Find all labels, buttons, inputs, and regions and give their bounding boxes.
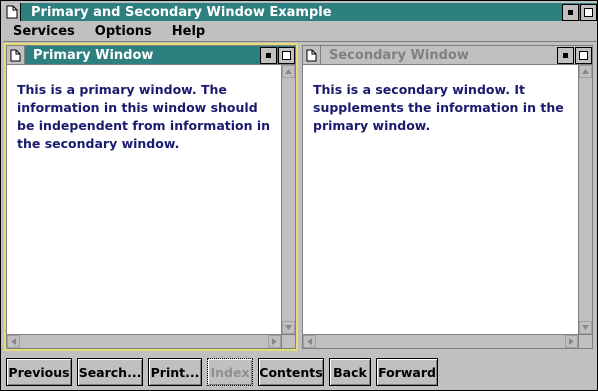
scroll-right-icon[interactable] <box>268 335 281 348</box>
primary-window-title: Primary Window <box>33 47 154 63</box>
scroll-left-icon[interactable] <box>7 335 20 348</box>
horizontal-scrollbar[interactable] <box>303 334 578 348</box>
secondary-window-title: Secondary Window <box>329 47 469 63</box>
app-window: Primary and Secondary Window Example Ser… <box>0 0 598 391</box>
primary-window-content: This is a primary window. The informatio… <box>7 65 281 334</box>
scroll-right-icon[interactable] <box>565 335 578 348</box>
back-button[interactable]: Back <box>329 358 371 386</box>
maximize-icon[interactable] <box>278 46 295 64</box>
previous-button[interactable]: Previous <box>6 358 72 386</box>
search-button[interactable]: Search... <box>77 358 143 386</box>
page-icon[interactable] <box>7 46 25 64</box>
menu-help[interactable]: Help <box>162 24 215 39</box>
secondary-window-title-bar[interactable]: Secondary Window <box>303 46 592 65</box>
minimize-icon[interactable] <box>260 46 277 64</box>
contents-button[interactable]: Contents <box>258 358 324 386</box>
scrollbar-corner <box>578 334 592 348</box>
secondary-window[interactable]: Secondary Window This is a secondary win… <box>300 43 595 351</box>
index-button[interactable]: Index <box>207 358 253 386</box>
navigation-button-bar: Previous Search... Print... Index Conten… <box>3 354 597 390</box>
primary-window[interactable]: Primary Window This is a primary window.… <box>4 43 298 351</box>
maximize-icon[interactable] <box>575 46 592 64</box>
page-icon[interactable] <box>303 46 321 64</box>
print-button[interactable]: Print... <box>148 358 202 386</box>
horizontal-scrollbar[interactable] <box>7 334 281 348</box>
scroll-down-icon[interactable] <box>579 321 592 334</box>
vertical-scrollbar[interactable] <box>578 65 592 334</box>
system-menu-icon[interactable] <box>3 3 21 21</box>
menu-services[interactable]: Services <box>3 24 85 39</box>
menu-bar: Services Options Help <box>3 22 597 42</box>
vertical-scrollbar[interactable] <box>281 65 295 334</box>
minimize-icon[interactable] <box>557 46 574 64</box>
title-bar[interactable]: Primary and Secondary Window Example <box>3 3 597 21</box>
maximize-icon[interactable] <box>580 3 597 21</box>
scroll-up-icon[interactable] <box>579 65 592 78</box>
scroll-down-icon[interactable] <box>282 321 295 334</box>
scroll-up-icon[interactable] <box>282 65 295 78</box>
minimize-icon[interactable] <box>562 3 579 21</box>
primary-window-text: This is a primary window. The informatio… <box>17 82 271 151</box>
scroll-left-icon[interactable] <box>303 335 316 348</box>
primary-window-title-bar[interactable]: Primary Window <box>7 46 295 65</box>
scrollbar-corner <box>281 334 295 348</box>
window-title: Primary and Secondary Window Example <box>31 4 332 20</box>
secondary-window-text: This is a secondary window. It supplemen… <box>313 82 564 133</box>
forward-button[interactable]: Forward <box>376 358 438 386</box>
secondary-window-content: This is a secondary window. It supplemen… <box>303 65 578 334</box>
menu-options[interactable]: Options <box>85 24 162 39</box>
